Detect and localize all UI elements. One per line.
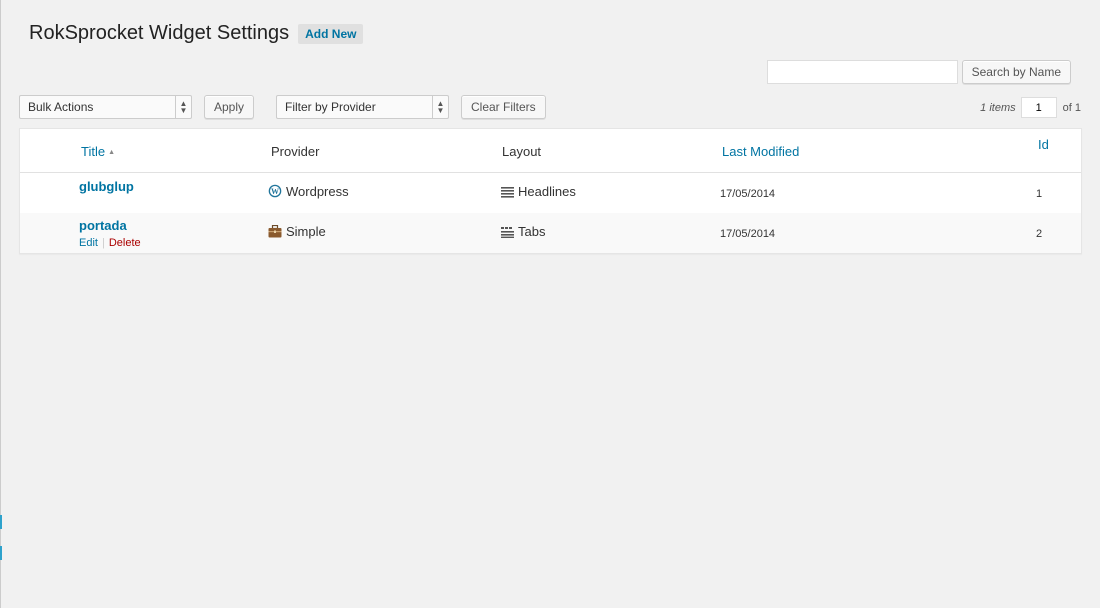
pagination: 1 items of 1 (980, 97, 1081, 118)
bulk-actions-select[interactable]: Bulk Actions ▲ ▼ (19, 95, 192, 119)
widget-title-link[interactable]: portada (79, 218, 127, 233)
page-header: RokSprocket Widget Settings Add New (29, 22, 364, 45)
id-cell: 2 (1036, 228, 1043, 240)
select-arrows-icon: ▲ ▼ (432, 96, 448, 118)
action-separator: | (101, 237, 105, 249)
column-last-modified[interactable]: Last Modified (722, 144, 799, 159)
search-box: Search by Name (766, 60, 1071, 84)
column-provider: Provider (271, 144, 320, 159)
layout-cell: Headlines (501, 184, 576, 199)
table-header: Title ▲ Provider Layout Last Modified Id (20, 129, 1081, 173)
apply-button[interactable]: Apply (204, 95, 255, 119)
table-row: portada Edit | Delete Simple Tabs 17/05/20… (20, 213, 1081, 253)
provider-cell: Simple (268, 224, 326, 239)
search-input[interactable] (766, 60, 958, 84)
column-layout: Layout (502, 144, 542, 159)
last-modified-cell: 17/05/2014 (720, 228, 776, 240)
widgets-table: Title ▲ Provider Layout Last Modified Id … (19, 128, 1082, 254)
layout-cell: Tabs (501, 224, 545, 239)
briefcase-icon (268, 225, 282, 238)
provider-label: Wordpress (286, 184, 349, 199)
edit-link[interactable]: Edit (79, 237, 98, 249)
wordpress-icon: W (268, 184, 282, 198)
widget-title-link[interactable]: glubglup (79, 179, 134, 194)
tabs-icon (501, 227, 514, 238)
page-title: RokSprocket Widget Settings (29, 22, 290, 44)
column-title-label: Title (81, 144, 106, 159)
filter-provider-select[interactable]: Filter by Provider ▲ ▼ (276, 95, 449, 119)
column-id[interactable]: Id (1038, 137, 1049, 152)
table-row: glubglup W Wordpress Headlines 17/05/201… (20, 173, 1081, 213)
add-new-button[interactable]: Add New (298, 23, 364, 44)
table-toolbar: Bulk Actions ▲ ▼ Apply Filter by Provider… (19, 95, 1081, 120)
layout-label: Tabs (518, 224, 546, 239)
edge-marker (0, 515, 2, 529)
bulk-actions-label: Bulk Actions (28, 100, 94, 114)
items-count: 1 items (980, 101, 1016, 114)
clear-filters-button[interactable]: Clear Filters (461, 95, 546, 119)
sort-asc-icon: ▲ (108, 149, 116, 156)
select-arrows-icon: ▲ ▼ (175, 96, 191, 118)
search-by-name-button[interactable]: Search by Name (961, 60, 1071, 84)
layout-label: Headlines (518, 184, 576, 199)
edge-marker (0, 546, 2, 560)
column-title[interactable]: Title ▲ (81, 144, 115, 159)
id-cell: 1 (1036, 188, 1043, 200)
provider-cell: W Wordpress (268, 184, 349, 199)
row-actions: Edit | Delete (79, 237, 141, 249)
filter-provider-label: Filter by Provider (285, 100, 376, 114)
total-pages: of 1 (1062, 101, 1081, 114)
delete-link[interactable]: Delete (109, 237, 141, 249)
svg-text:W: W (271, 187, 279, 196)
current-page-input[interactable] (1020, 97, 1057, 118)
provider-label: Simple (286, 224, 326, 239)
last-modified-cell: 17/05/2014 (720, 188, 776, 200)
headlines-icon (501, 187, 514, 198)
